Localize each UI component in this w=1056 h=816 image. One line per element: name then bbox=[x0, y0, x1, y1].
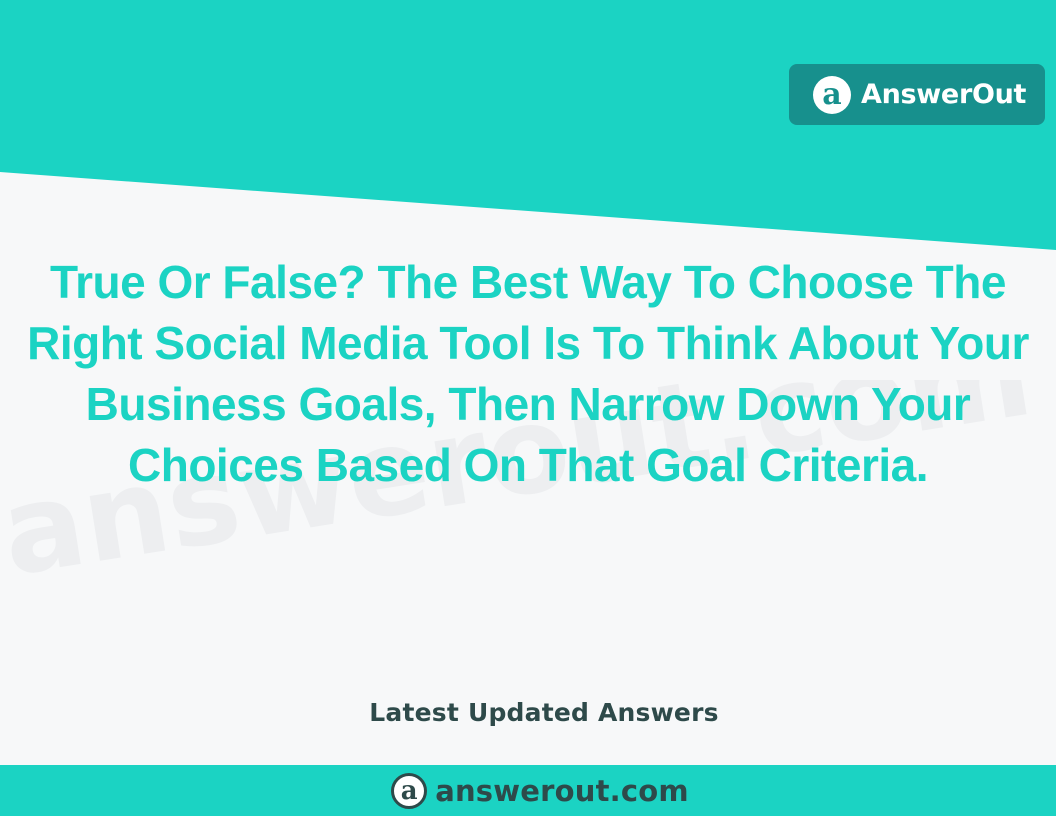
brand-name: AnswerOut bbox=[861, 79, 1027, 110]
footer-logo-icon: a bbox=[391, 772, 428, 809]
top-teal-banner bbox=[0, 0, 1056, 250]
latest-answers-subtitle: Latest Updated Answers bbox=[369, 698, 719, 727]
answerout-logo-icon: a bbox=[813, 75, 851, 114]
question-title: True Or False? The Best Way To Choose Th… bbox=[27, 256, 1029, 491]
brand-badge[interactable]: a AnswerOut bbox=[789, 64, 1045, 125]
site-url-link[interactable]: answerout.com bbox=[435, 774, 689, 808]
footer-bar: a answerout.com bbox=[0, 765, 1056, 816]
